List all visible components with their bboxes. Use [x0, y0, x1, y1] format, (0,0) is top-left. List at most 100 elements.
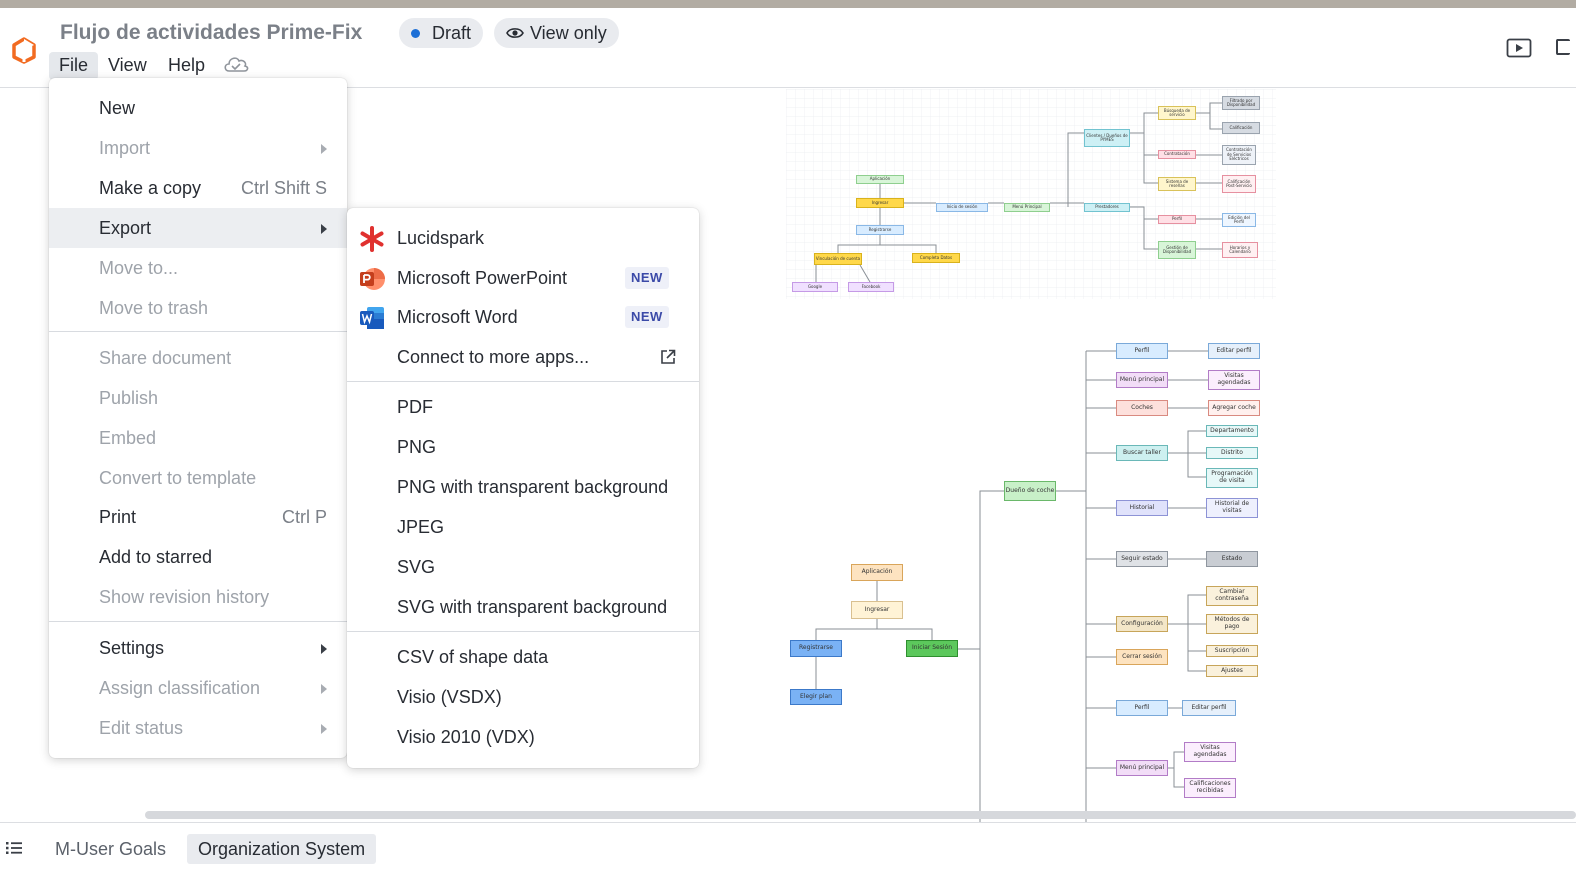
- menu-item-move-to-trash[interactable]: Move to trash: [49, 288, 347, 328]
- file-menu: New Import Make a copy Ctrl Shift S Expor…: [49, 78, 347, 758]
- menu-item-import[interactable]: Import: [49, 128, 347, 168]
- diagram-node[interactable]: Buscar taller: [1116, 445, 1168, 461]
- diagram-node[interactable]: Registrarse: [856, 225, 904, 235]
- menubar-help[interactable]: Help: [158, 52, 215, 80]
- present-play-icon[interactable]: [1506, 38, 1532, 58]
- submenu-arrow-icon: [321, 684, 327, 694]
- diagram-node[interactable]: Seguir estado: [1116, 551, 1168, 567]
- export-lucidspark[interactable]: Lucidspark: [347, 218, 699, 258]
- diagram-node[interactable]: Coches: [1116, 400, 1168, 416]
- menu-item-move-to[interactable]: Move to...: [49, 248, 347, 288]
- tab-m-user-goals[interactable]: M-User Goals: [44, 834, 177, 864]
- diagram-node[interactable]: Registrarse: [790, 640, 842, 657]
- horizontal-scrollbar[interactable]: [145, 811, 1576, 819]
- diagram-node[interactable]: Aplicación: [856, 175, 904, 184]
- export-png-transparent[interactable]: PNG with transparent background: [347, 467, 699, 507]
- pages-list-icon[interactable]: [6, 841, 22, 855]
- export-csv[interactable]: CSV of shape data: [347, 637, 699, 677]
- diagram-node[interactable]: Calificación: [1222, 122, 1260, 134]
- export-svg[interactable]: SVG: [347, 547, 699, 587]
- menu-item-show-revision-history[interactable]: Show revision history: [49, 577, 347, 617]
- diagram-node[interactable]: Completa Datos: [912, 253, 960, 263]
- diagram-node[interactable]: Cerrar sesión: [1116, 649, 1168, 665]
- diagram-node[interactable]: Suscripción: [1206, 645, 1258, 657]
- diagram-node[interactable]: Programación de visita: [1206, 468, 1258, 488]
- diagram-node[interactable]: Dueño de coche: [1004, 481, 1056, 501]
- diagram-node[interactable]: Visitas agendadas: [1184, 742, 1236, 762]
- menu-item-edit-status[interactable]: Edit status: [49, 708, 347, 748]
- diagram-node[interactable]: Editar perfil: [1208, 343, 1260, 359]
- diagram-node[interactable]: Perfil: [1158, 215, 1196, 224]
- menu-item-export[interactable]: Export: [49, 208, 347, 248]
- diagram-node[interactable]: Métodos de pago: [1206, 614, 1258, 634]
- menu-item-add-to-starred[interactable]: Add to starred: [49, 537, 347, 577]
- diagram-node[interactable]: Iniciar Sesión: [906, 640, 958, 657]
- menu-item-share-document[interactable]: Share document: [49, 338, 347, 378]
- diagram-node[interactable]: Búsqueda de servicio: [1158, 106, 1196, 120]
- diagram-node[interactable]: Ajustes: [1206, 665, 1258, 677]
- export-connect-more-apps[interactable]: Connect to more apps...: [347, 337, 699, 377]
- diagram-node[interactable]: Filtrado por Disponibilidad: [1222, 96, 1260, 110]
- diagram-node[interactable]: Configuración: [1116, 616, 1168, 632]
- export-word[interactable]: Microsoft Word NEW: [347, 297, 699, 337]
- menu-item-new[interactable]: New: [49, 88, 347, 128]
- diagram-node[interactable]: Departamento: [1206, 425, 1258, 437]
- diagram-node[interactable]: Google: [792, 282, 838, 292]
- diagram-node[interactable]: Vinculación de cuenta: [814, 253, 862, 265]
- diagram-node[interactable]: Estado: [1206, 551, 1258, 567]
- menubar-view[interactable]: View: [98, 52, 157, 80]
- diagram-node[interactable]: Gestión de Disponibilidad: [1158, 241, 1196, 259]
- diagram-node[interactable]: Visitas agendadas: [1208, 370, 1260, 390]
- diagram-node[interactable]: Agregar coche: [1208, 400, 1260, 416]
- diagram-node[interactable]: Perfil: [1116, 343, 1168, 359]
- cloud-saved-icon[interactable]: [222, 54, 250, 74]
- view-only-label: View only: [530, 22, 607, 43]
- export-visio-vsdx[interactable]: Visio (VSDX): [347, 677, 699, 717]
- diagram-node[interactable]: Contratación de Servicios Eléctricos: [1222, 145, 1256, 165]
- document-title[interactable]: Flujo de actividades Prime-Fix: [60, 21, 362, 45]
- diagram-node[interactable]: Calificaciones recibidas: [1184, 778, 1236, 798]
- export-jpeg[interactable]: JPEG: [347, 507, 699, 547]
- menu-item-convert-to-template[interactable]: Convert to template: [49, 458, 347, 498]
- diagram-node[interactable]: Calificación Post-Servicio: [1222, 175, 1256, 193]
- draft-status-badge[interactable]: Draft: [399, 18, 484, 48]
- diagram-node[interactable]: Perfil: [1116, 700, 1168, 716]
- diagram-node[interactable]: Sistema de reseñas: [1158, 177, 1196, 191]
- diagram-node[interactable]: Elegir plan: [790, 689, 842, 705]
- diagram-node[interactable]: Facebook: [848, 282, 894, 292]
- menu-item-publish[interactable]: Publish: [49, 378, 347, 418]
- diagram-node[interactable]: Aplicación: [851, 564, 903, 581]
- diagram-node[interactable]: Horarios y Calendario: [1222, 242, 1258, 258]
- diagram-node[interactable]: Contratación: [1158, 150, 1196, 159]
- diagram-node[interactable]: Prestadores: [1084, 203, 1130, 212]
- diagram-node[interactable]: Ingresar: [856, 198, 904, 208]
- diagram-node[interactable]: Menú Principal: [1004, 203, 1050, 212]
- lucid-logo-icon[interactable]: [10, 36, 38, 64]
- diagram-node[interactable]: Historial de visitas: [1206, 498, 1258, 518]
- view-only-badge[interactable]: View only: [494, 18, 619, 48]
- menu-item-print[interactable]: Print Ctrl P: [49, 497, 347, 537]
- menu-item-settings[interactable]: Settings: [49, 628, 347, 668]
- diagram-node[interactable]: Menú principal: [1116, 372, 1168, 388]
- export-powerpoint[interactable]: Microsoft PowerPoint NEW: [347, 258, 699, 298]
- export-png[interactable]: PNG: [347, 427, 699, 467]
- menu-item-assign-classification[interactable]: Assign classification: [49, 668, 347, 708]
- export-svg-transparent[interactable]: SVG with transparent background: [347, 587, 699, 627]
- diagram-node[interactable]: Historial: [1116, 500, 1168, 516]
- menubar-file[interactable]: File: [49, 52, 99, 80]
- export-pdf[interactable]: PDF: [347, 387, 699, 427]
- menu-item-make-copy[interactable]: Make a copy Ctrl Shift S: [49, 168, 347, 208]
- diagram-node[interactable]: Editar perfil: [1182, 700, 1236, 716]
- diagram-node[interactable]: Menú principal: [1116, 760, 1168, 776]
- diagram-node[interactable]: Cambiar contraseña: [1206, 586, 1258, 606]
- diagram-node[interactable]: Edición del Perfil: [1222, 213, 1256, 227]
- diagram-node[interactable]: Clientes / Dueños de PYMES: [1084, 129, 1130, 147]
- menu-item-embed[interactable]: Embed: [49, 418, 347, 458]
- export-visio-vdx[interactable]: Visio 2010 (VDX): [347, 717, 699, 757]
- menu-separator: [347, 381, 699, 382]
- diagram-node[interactable]: Inicio de sesión: [936, 203, 988, 212]
- diagram-node[interactable]: Ingresar: [851, 601, 903, 619]
- panel-toggle-icon[interactable]: [1556, 39, 1570, 55]
- tab-organization-system[interactable]: Organization System: [187, 834, 377, 864]
- diagram-node[interactable]: Distrito: [1206, 447, 1258, 459]
